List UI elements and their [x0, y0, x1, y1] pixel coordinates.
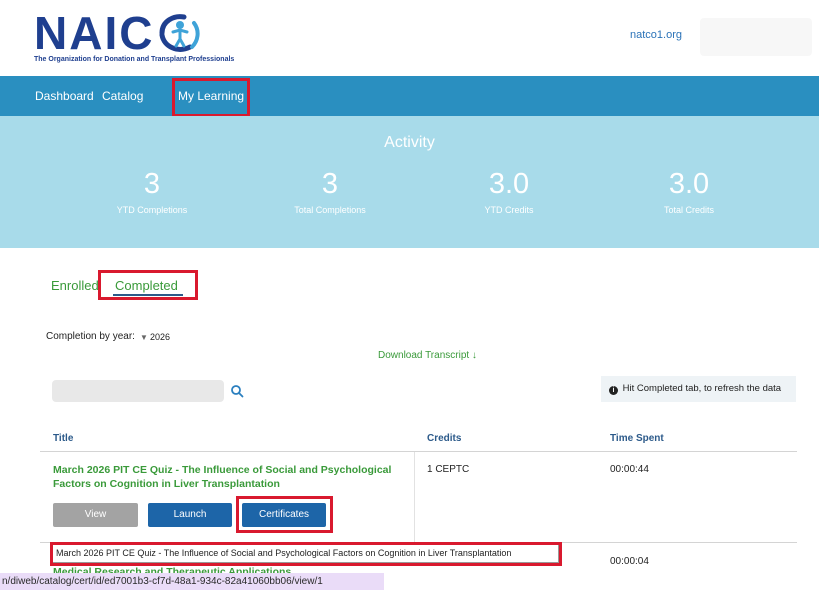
search-icon[interactable] [230, 384, 244, 398]
header-divider [40, 451, 797, 452]
tooltip-highlight [50, 542, 562, 566]
refresh-hint: i Hit Completed tab, to refresh the data [601, 376, 796, 402]
activity-panel: Activity 3 YTD Completions 3 Total Compl… [0, 116, 819, 248]
nav-dashboard[interactable]: Dashboard [35, 89, 94, 103]
launch-button[interactable]: Launch [148, 503, 232, 527]
stat-value: 3.0 [668, 168, 710, 200]
column-header-time[interactable]: Time Spent [610, 433, 664, 444]
column-header-credits[interactable]: Credits [427, 433, 461, 444]
completed-tab-highlight [98, 270, 198, 300]
natco-logo[interactable]: NAIC The Organization for Donation and T… [34, 10, 234, 63]
stat-total-completions: 3 Total Completions [240, 166, 420, 215]
column-divider [414, 452, 415, 542]
logo-text: NAIC [34, 7, 155, 59]
stat-total-credits: 3.0 Total Credits [599, 166, 779, 215]
certificates-highlight [236, 496, 333, 533]
site-header: NAIC The Organization for Donation and T… [0, 0, 819, 76]
year-select[interactable]: 2026 [150, 332, 170, 342]
course-time-spent: 00:00:04 [610, 556, 649, 567]
column-header-title[interactable]: Title [53, 433, 73, 444]
course-title-link[interactable]: March 2026 PIT CE Quiz - The Influence o… [53, 463, 408, 491]
caret-down-icon[interactable]: ▼ [140, 333, 148, 342]
stat-label: Total Completions [294, 205, 366, 215]
stat-ytd-credits: 3.0 YTD Credits [419, 166, 599, 215]
main-nav: Dashboard Catalog My Learning [0, 76, 819, 116]
tab-enrolled[interactable]: Enrolled [51, 278, 99, 293]
year-filter-label: Completion by year: [46, 331, 135, 342]
download-transcript-link[interactable]: Download Transcript ↓ [378, 350, 477, 361]
header-user-area[interactable] [700, 18, 812, 56]
view-button[interactable]: View [53, 503, 138, 527]
hint-text: Hit Completed tab, to refresh the data [622, 383, 782, 394]
course-credits: 1 CEPTC [427, 464, 470, 475]
stat-label: YTD Credits [484, 205, 534, 215]
course-time-spent: 00:00:44 [610, 464, 649, 475]
logo-figure-icon [159, 14, 201, 52]
search-input[interactable] [52, 380, 224, 402]
stat-value: 3 [321, 168, 339, 200]
nav-catalog[interactable]: Catalog [102, 89, 143, 103]
stat-value: 3.0 [488, 168, 530, 200]
site-link[interactable]: natco1.org [630, 29, 682, 41]
activity-title: Activity [384, 134, 435, 151]
stat-value: 3 [143, 168, 161, 200]
logo-tagline: The Organization for Donation and Transp… [34, 56, 235, 63]
info-icon: i [609, 386, 618, 395]
stat-ytd-completions: 3 YTD Completions [62, 166, 242, 215]
stat-label: Total Credits [663, 205, 715, 215]
status-bar-url: n/diweb/catalog/cert/id/ed7001b3-cf7d-48… [0, 573, 384, 590]
my-learning-highlight [172, 78, 250, 117]
stat-label: YTD Completions [116, 205, 188, 215]
